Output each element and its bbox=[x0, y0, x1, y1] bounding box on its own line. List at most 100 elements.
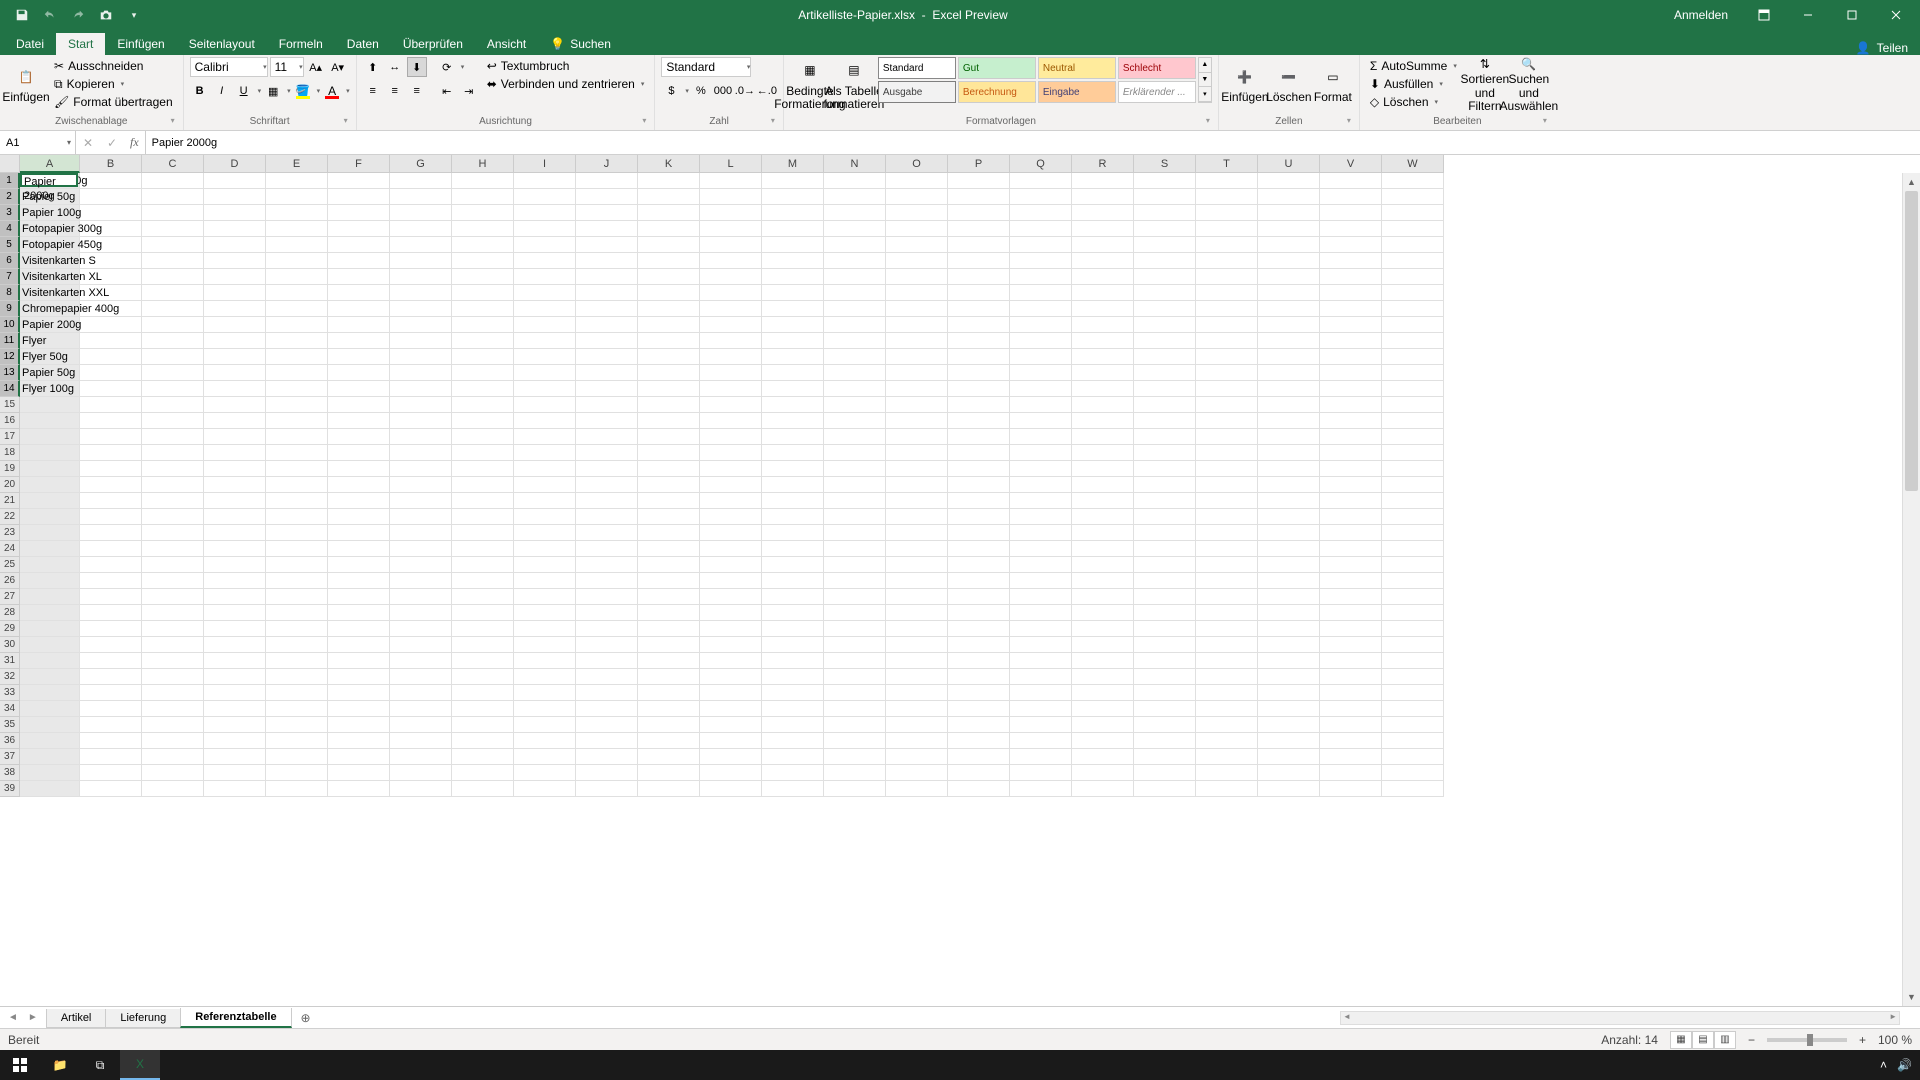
cell-I35[interactable] bbox=[514, 717, 576, 733]
cell-N20[interactable] bbox=[824, 477, 886, 493]
cell-U10[interactable] bbox=[1258, 317, 1320, 333]
font-color-dropdown[interactable]: ▾ bbox=[344, 87, 350, 95]
cell-O3[interactable] bbox=[886, 205, 948, 221]
cell-G23[interactable] bbox=[390, 525, 452, 541]
cell-J18[interactable] bbox=[576, 445, 638, 461]
align-bottom-icon[interactable]: ⬇ bbox=[407, 57, 427, 77]
cell-C22[interactable] bbox=[142, 509, 204, 525]
wrap-text-button[interactable]: ↩Textumbruch bbox=[483, 57, 649, 75]
cell-W10[interactable] bbox=[1382, 317, 1444, 333]
cell-I29[interactable] bbox=[514, 621, 576, 637]
cell-F37[interactable] bbox=[328, 749, 390, 765]
cell-F20[interactable] bbox=[328, 477, 390, 493]
scroll-up-icon[interactable]: ▲ bbox=[1903, 173, 1920, 191]
cell-U27[interactable] bbox=[1258, 589, 1320, 605]
cell-A23[interactable] bbox=[20, 525, 80, 541]
cell-T6[interactable] bbox=[1196, 253, 1258, 269]
cell-J25[interactable] bbox=[576, 557, 638, 573]
cell-I39[interactable] bbox=[514, 781, 576, 797]
cell-T29[interactable] bbox=[1196, 621, 1258, 637]
cell-U12[interactable] bbox=[1258, 349, 1320, 365]
cell-G37[interactable] bbox=[390, 749, 452, 765]
cell-J33[interactable] bbox=[576, 685, 638, 701]
cell-G15[interactable] bbox=[390, 397, 452, 413]
cell-U29[interactable] bbox=[1258, 621, 1320, 637]
cell-Q38[interactable] bbox=[1010, 765, 1072, 781]
cell-P38[interactable] bbox=[948, 765, 1010, 781]
cell-L20[interactable] bbox=[700, 477, 762, 493]
cell-T3[interactable] bbox=[1196, 205, 1258, 221]
cell-L5[interactable] bbox=[700, 237, 762, 253]
cell-N33[interactable] bbox=[824, 685, 886, 701]
cell-Q36[interactable] bbox=[1010, 733, 1072, 749]
cell-S5[interactable] bbox=[1134, 237, 1196, 253]
cell-L19[interactable] bbox=[700, 461, 762, 477]
cell-K3[interactable] bbox=[638, 205, 700, 221]
cell-W8[interactable] bbox=[1382, 285, 1444, 301]
cell-L31[interactable] bbox=[700, 653, 762, 669]
cell-W31[interactable] bbox=[1382, 653, 1444, 669]
cell-U17[interactable] bbox=[1258, 429, 1320, 445]
cell-R4[interactable] bbox=[1072, 221, 1134, 237]
cell-V28[interactable] bbox=[1320, 605, 1382, 621]
cell-D22[interactable] bbox=[204, 509, 266, 525]
cell-G22[interactable] bbox=[390, 509, 452, 525]
cell-V10[interactable] bbox=[1320, 317, 1382, 333]
cell-Q10[interactable] bbox=[1010, 317, 1072, 333]
cell-E9[interactable] bbox=[266, 301, 328, 317]
cell-O14[interactable] bbox=[886, 381, 948, 397]
cell-N16[interactable] bbox=[824, 413, 886, 429]
cell-P9[interactable] bbox=[948, 301, 1010, 317]
cell-P29[interactable] bbox=[948, 621, 1010, 637]
cell-T20[interactable] bbox=[1196, 477, 1258, 493]
cell-B37[interactable] bbox=[80, 749, 142, 765]
row-header-16[interactable]: 16 bbox=[0, 413, 20, 429]
cell-E35[interactable] bbox=[266, 717, 328, 733]
cell-P18[interactable] bbox=[948, 445, 1010, 461]
cell-N19[interactable] bbox=[824, 461, 886, 477]
cell-W14[interactable] bbox=[1382, 381, 1444, 397]
cell-F15[interactable] bbox=[328, 397, 390, 413]
cell-A35[interactable] bbox=[20, 717, 80, 733]
row-header-1[interactable]: 1 bbox=[0, 173, 20, 189]
row-header-38[interactable]: 38 bbox=[0, 765, 20, 781]
close-icon[interactable] bbox=[1876, 0, 1916, 30]
cell-W12[interactable] bbox=[1382, 349, 1444, 365]
cell-Q13[interactable] bbox=[1010, 365, 1072, 381]
cell-Q29[interactable] bbox=[1010, 621, 1072, 637]
zoom-out-icon[interactable]: − bbox=[1748, 1033, 1755, 1047]
cell-M2[interactable] bbox=[762, 189, 824, 205]
cell-A12[interactable]: Flyer 50g bbox=[20, 349, 80, 365]
cell-A6[interactable]: Visitenkarten S bbox=[20, 253, 80, 269]
cell-I20[interactable] bbox=[514, 477, 576, 493]
cell-C11[interactable] bbox=[142, 333, 204, 349]
cell-M28[interactable] bbox=[762, 605, 824, 621]
cell-K13[interactable] bbox=[638, 365, 700, 381]
col-header-C[interactable]: C bbox=[142, 155, 204, 173]
cell-A2[interactable]: Papier 50g bbox=[20, 189, 80, 205]
cell-B14[interactable] bbox=[80, 381, 142, 397]
cell-O4[interactable] bbox=[886, 221, 948, 237]
cell-U35[interactable] bbox=[1258, 717, 1320, 733]
cell-T15[interactable] bbox=[1196, 397, 1258, 413]
cell-F26[interactable] bbox=[328, 573, 390, 589]
row-header-9[interactable]: 9 bbox=[0, 301, 20, 317]
cell-Q17[interactable] bbox=[1010, 429, 1072, 445]
cell-D4[interactable] bbox=[204, 221, 266, 237]
cell-P32[interactable] bbox=[948, 669, 1010, 685]
cell-J21[interactable] bbox=[576, 493, 638, 509]
cell-R9[interactable] bbox=[1072, 301, 1134, 317]
cell-B24[interactable] bbox=[80, 541, 142, 557]
orientation-icon[interactable]: ⟳ bbox=[437, 57, 457, 77]
cell-V15[interactable] bbox=[1320, 397, 1382, 413]
row-header-31[interactable]: 31 bbox=[0, 653, 20, 669]
cell-S37[interactable] bbox=[1134, 749, 1196, 765]
cell-O24[interactable] bbox=[886, 541, 948, 557]
cell-W35[interactable] bbox=[1382, 717, 1444, 733]
cell-T27[interactable] bbox=[1196, 589, 1258, 605]
fx-icon[interactable]: fx bbox=[124, 135, 145, 150]
cell-K28[interactable] bbox=[638, 605, 700, 621]
cell-Q4[interactable] bbox=[1010, 221, 1072, 237]
cell-N5[interactable] bbox=[824, 237, 886, 253]
cell-S18[interactable] bbox=[1134, 445, 1196, 461]
